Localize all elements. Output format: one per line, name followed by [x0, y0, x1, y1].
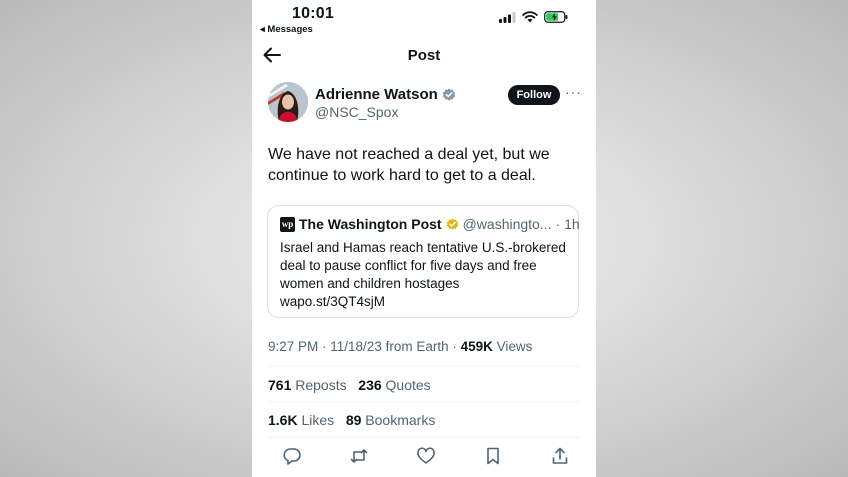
post-meta: 9:27 PM · 11/18/23 from Earth · 459K Vie… — [268, 339, 532, 354]
reply-icon[interactable] — [282, 446, 302, 466]
bookmarks-stat[interactable]: 89 Bookmarks — [346, 412, 436, 428]
washington-post-logo: wp — [280, 216, 295, 232]
wifi-icon — [522, 11, 538, 23]
battery-charging-icon — [544, 11, 568, 23]
signal-icon — [499, 11, 516, 23]
quoted-author-handle: @washingto... — [462, 216, 552, 232]
divider — [268, 437, 580, 438]
likes-count: 1.6K — [268, 412, 298, 428]
avatar[interactable] — [268, 82, 308, 122]
likes-label: Likes — [297, 412, 335, 428]
like-icon[interactable] — [416, 446, 436, 466]
quotes-count: 236 — [358, 377, 382, 393]
back-to-messages[interactable]: ◂ Messages — [260, 24, 313, 35]
likes-stat[interactable]: 1.6K Likes — [268, 412, 334, 428]
divider — [268, 366, 580, 367]
more-options-icon[interactable]: ··· — [565, 84, 582, 100]
views-count: 459K — [460, 339, 493, 354]
back-triangle-icon: ◂ — [260, 24, 265, 35]
bookmark-icon[interactable] — [483, 446, 503, 466]
bookmarks-count: 89 — [345, 412, 362, 428]
divider — [268, 401, 580, 402]
reposts-label: Reposts — [291, 377, 347, 393]
quoted-post-body: Israel and Hamas reach tentative U.S.-br… — [280, 239, 570, 311]
author-handle[interactable]: @NSC_Spox — [315, 104, 398, 120]
quoted-post-header: wp The Washington Post @washingto... · 1… — [280, 216, 580, 232]
action-bar — [282, 446, 570, 466]
repost-quote-stats: 761 Reposts 236 Quotes — [268, 377, 431, 393]
likes-bookmarks-stats: 1.6K Likes 89 Bookmarks — [268, 412, 435, 428]
status-time: 10:01 — [292, 5, 334, 22]
quotes-stat[interactable]: 236 Quotes — [358, 377, 430, 393]
quoted-post[interactable]: wp The Washington Post @washingto... · 1… — [267, 205, 580, 318]
verified-badge-icon — [442, 88, 455, 101]
quoted-post-text: Israel and Hamas reach tentative U.S.-br… — [280, 240, 566, 291]
quotes-label: Quotes — [381, 377, 431, 393]
status-icons — [499, 11, 568, 23]
author-name: Adrienne Watson — [315, 86, 438, 103]
avatar-photo — [268, 82, 308, 122]
author-name-row[interactable]: Adrienne Watson — [315, 86, 456, 103]
quoted-post-link[interactable]: wapo.st/3QT4sjM — [280, 293, 570, 311]
page-title: Post — [407, 47, 441, 64]
share-icon[interactable] — [550, 446, 570, 466]
reposts-count: 761 — [268, 377, 292, 393]
reposts-stat[interactable]: 761 Reposts — [268, 377, 347, 393]
back-app-label: Messages — [267, 24, 313, 35]
quoted-author-name: The Washington Post — [299, 216, 442, 232]
tweet-text: We have not reached a deal yet, but we c… — [268, 146, 550, 184]
gold-verified-badge-icon — [446, 217, 458, 230]
quoted-post-age: · 1h — [555, 216, 580, 232]
follow-button[interactable]: Follow — [508, 85, 560, 105]
phone-screen: 10:01 ◂ Messages Post Adrienne Watson @N… — [252, 0, 596, 477]
views-label: Views — [492, 339, 533, 354]
post-timestamp: 9:27 PM · 11/18/23 from Earth · — [268, 339, 461, 354]
bookmarks-label: Bookmarks — [361, 412, 436, 428]
repost-icon[interactable] — [349, 446, 369, 466]
